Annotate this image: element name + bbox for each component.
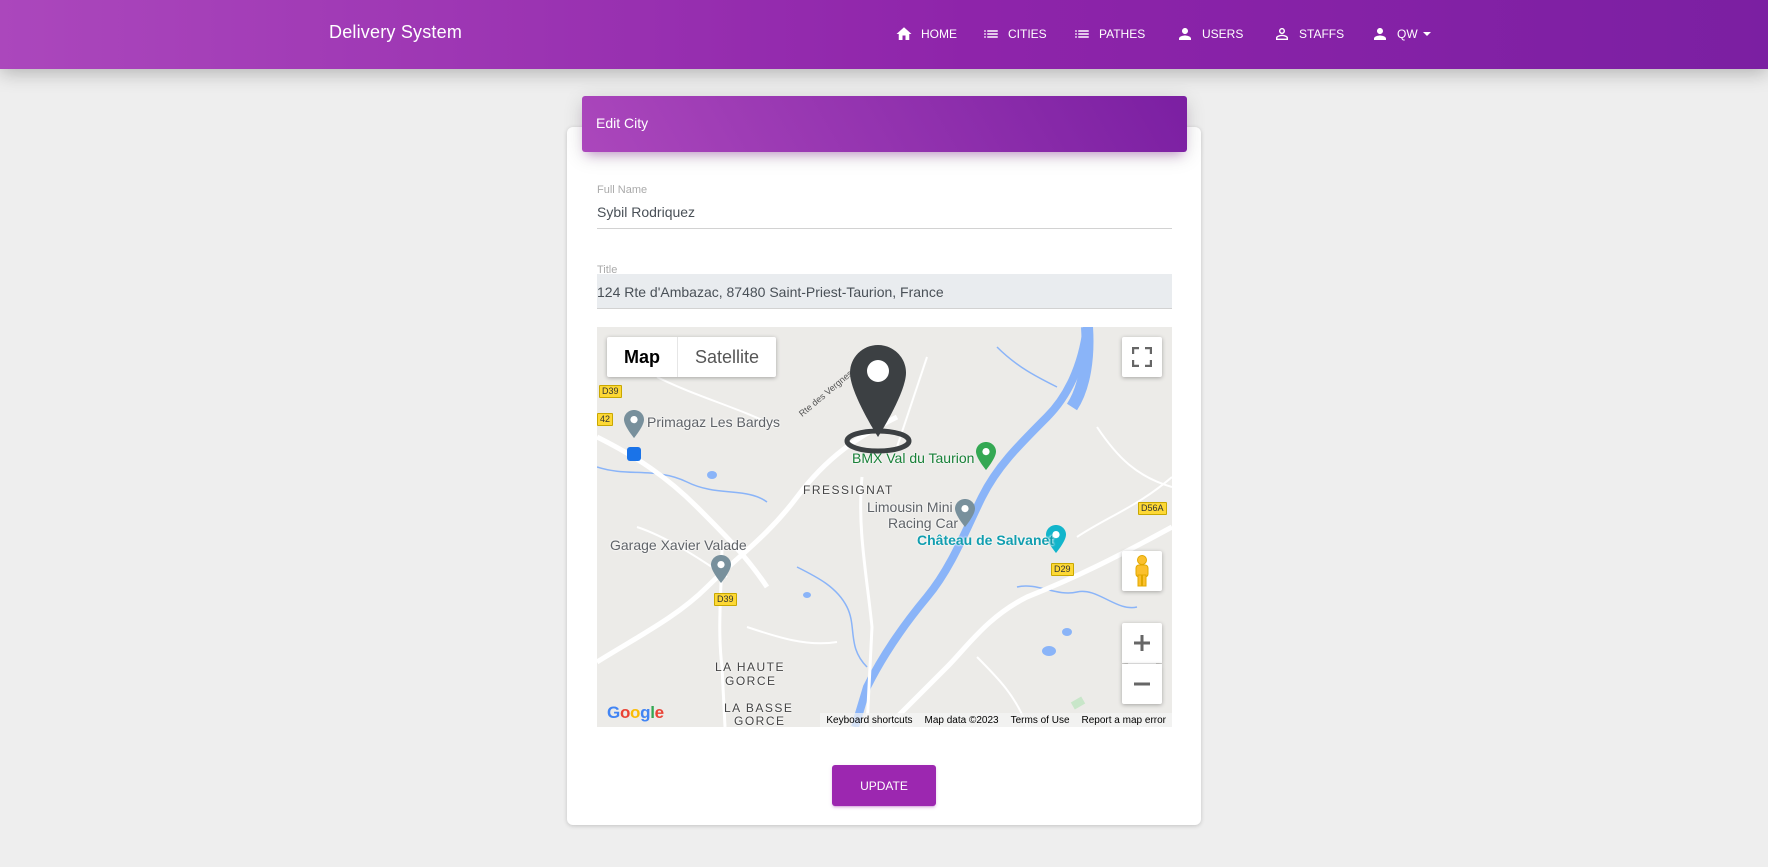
top-navbar: Delivery System HOME CITIES PATHES USERS… [0,0,1768,69]
nav-users[interactable]: USERS [1176,24,1243,44]
full-name-input[interactable]: Sybil Rodriquez [597,204,695,220]
map-type-map-button[interactable]: Map [607,337,677,377]
person-outline-icon [1276,28,1288,40]
plus-icon [1134,635,1150,651]
minus-icon [1134,682,1150,686]
list-icon [984,30,998,38]
nav-pathes-label: PATHES [1099,27,1146,41]
poi-garage[interactable]: Garage Xavier Valade [610,537,747,553]
nav-user-menu[interactable]: QW [1371,24,1431,44]
nav-users-label: USERS [1202,27,1244,41]
report-error-link[interactable]: Report a map error [1082,715,1166,726]
terms-link[interactable]: Terms of Use [1011,715,1070,726]
nav-home-label: HOME [921,27,957,41]
home-icon [896,27,912,40]
full-name-label: Full Name [597,184,648,196]
street-view-button[interactable] [1122,551,1162,591]
nav-home[interactable]: HOME [895,24,957,44]
place-gorce-2: GORCE [734,714,786,727]
nav-cities[interactable]: CITIES [982,24,1047,44]
transit-icon [627,447,641,461]
place-la-haute: LA HAUTE [715,660,786,674]
nav-cities-label: CITIES [1008,27,1047,41]
poi-pin-icon[interactable] [711,555,731,583]
person-icon [1374,28,1386,40]
update-button[interactable]: UPDATE [832,765,936,806]
nav-staffs[interactable]: STAFFS [1273,24,1344,44]
keyboard-shortcuts-link[interactable]: Keyboard shortcuts [826,715,912,726]
nav-pathes[interactable]: PATHES [1073,24,1145,44]
road-badge-d39: D39 [714,593,737,606]
full-name-underline [597,228,1172,229]
map-type-satellite-button[interactable]: Satellite [678,337,776,377]
nav-staffs-label: STAFFS [1299,27,1345,41]
road-badge-d39: D39 [599,385,622,398]
pegman-icon [1135,555,1149,587]
place-fressignat: FRESSIGNAT [803,483,894,497]
nav-user-menu-label: QW [1397,27,1418,41]
fullscreen-icon [1132,347,1152,367]
poi-pin-icon[interactable] [976,442,996,470]
poi-chateau[interactable]: Château de Salvanet [917,532,1054,548]
road-badge-d29: D29 [1051,563,1074,576]
poi-pin-icon[interactable] [624,410,644,438]
road-badge-d56a: D56A [1138,502,1167,515]
card-title: Edit City [596,115,649,131]
zoom-in-button[interactable] [1122,623,1162,663]
poi-limousin-line2[interactable]: Racing Car [888,515,958,531]
map-view[interactable]: D39 42 D39 D56A D29 Rte des Vergnes Prim… [597,327,1172,727]
map-footer: Keyboard shortcuts Map data ©2023 Terms … [820,713,1172,727]
zoom-out-button[interactable] [1122,664,1162,704]
road-badge-42: 42 [597,413,614,426]
list-icon [1075,30,1089,38]
fullscreen-button[interactable] [1122,337,1162,377]
person-icon [1179,28,1191,40]
poi-limousin-line1[interactable]: Limousin Mini [867,499,953,515]
place-gorce: GORCE [725,674,777,688]
poi-primagaz[interactable]: Primagaz Les Bardys [647,414,780,430]
title-underline [597,308,1172,309]
title-input[interactable]: 124 Rte d'Ambazac, 87480 Saint-Priest-Ta… [597,284,944,300]
brand-title[interactable]: Delivery System [329,22,462,43]
map-type-control: Map Satellite [607,337,777,377]
google-logo[interactable]: Google [607,703,664,723]
map-data-text: Map data ©2023 [924,714,999,726]
card-header: Edit City [582,96,1187,152]
place-la-basse: LA BASSE [724,701,794,715]
caret-down-icon [1422,32,1431,36]
location-marker-icon[interactable] [842,345,914,455]
